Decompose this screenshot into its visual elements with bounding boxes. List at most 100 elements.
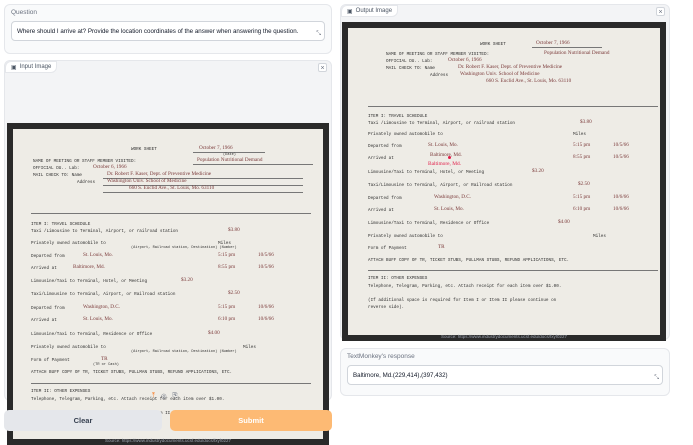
input-source-caption: Source: https://www.industrydocuments.uc… bbox=[104, 438, 232, 443]
doc-item2: ITEM II: OTHER EXPENSES bbox=[31, 389, 91, 394]
output-image-tag: ▣ Output Image bbox=[341, 5, 399, 17]
doc-airport-caption: (Airport, Railroad station, Destination)… bbox=[131, 246, 237, 250]
out-doc-mail-value: Dr. Robert F. Kaser, Dept. of Preventive… bbox=[458, 64, 563, 70]
out-doc-arrived-date: 10/5/66 bbox=[613, 154, 629, 160]
doc-official-value: October 6, 1966 bbox=[93, 164, 127, 170]
out-doc-departed-date2: 10/6/66 bbox=[613, 194, 629, 200]
doc-taxi-amount2: $2.50 bbox=[228, 290, 240, 296]
doc-departed-date2: 10/6/66 bbox=[258, 304, 274, 310]
submit-button[interactable]: Submit bbox=[170, 410, 332, 431]
out-doc-private-auto: Privately owned automobile to bbox=[368, 132, 443, 137]
doc-form-payment-value: TR bbox=[101, 356, 108, 362]
doc-departed-time2: 5:15 pm bbox=[218, 304, 236, 310]
out-doc-additional-line: (If additional space is required for Ite… bbox=[368, 298, 557, 303]
output-source-caption: Source: https://www.industrydocuments.uc… bbox=[440, 334, 568, 339]
resize-handle-icon[interactable]: ⤡ bbox=[316, 31, 321, 38]
doc-private-auto: Privately owned automobile to bbox=[31, 241, 106, 246]
action-buttons: Clear Submit bbox=[4, 410, 332, 431]
doc-miles2: Miles bbox=[243, 345, 256, 350]
clear-button[interactable]: Clear bbox=[4, 410, 162, 431]
marker-label: Baltimore, Md. bbox=[428, 161, 462, 167]
clipboard-icon[interactable]: ⎘ bbox=[173, 392, 178, 400]
doc-departed-place2: Washington, D.C. bbox=[83, 304, 121, 310]
out-doc-arrived-time2: 6:10 pm bbox=[573, 206, 591, 212]
output-image-block: ▣ Output Image × WORK SHEET October 7, 1… bbox=[340, 4, 670, 341]
out-doc-reverse-line: reverse side). bbox=[368, 305, 405, 310]
upload-icon[interactable]: ⤒ bbox=[152, 392, 155, 400]
input-image-block: ▣ Input Image × WORK SHEET October 7, 19… bbox=[4, 60, 332, 445]
doc-departed-place: St. Louis, Mo. bbox=[83, 252, 113, 258]
doc-limo-residence: Limousine/Taxi to Terminal, Residence or… bbox=[31, 332, 153, 337]
image-toolbar: ⤒ ◎ ⎘ bbox=[152, 392, 178, 400]
out-doc-private-auto2: Privately owned automobile to bbox=[368, 234, 443, 239]
doc-limo-residence-amount: $4.00 bbox=[208, 330, 220, 336]
out-doc-form-payment-value: TR bbox=[438, 244, 445, 250]
out-doc-name-value: Population Nutritional Demand bbox=[544, 50, 610, 56]
output-document-paper: WORK SHEET October 7, 1966 NAME OF MEETI… bbox=[348, 28, 660, 335]
out-doc-official-label: OFFICIAL DU.. Lab: bbox=[386, 59, 433, 64]
close-icon[interactable]: × bbox=[318, 63, 327, 72]
doc-form-payment: Form of Payment bbox=[31, 358, 70, 363]
doc-expenses-line: Telephone, Telegram, Parking, etc. Attac… bbox=[31, 397, 225, 402]
out-doc-departed-date: 10/5/66 bbox=[613, 142, 629, 148]
out-doc-miles2: Miles bbox=[593, 234, 606, 239]
out-doc-limo-hotel-amount: $3.20 bbox=[532, 168, 544, 174]
question-block: Question Where should I arrive at? Provi… bbox=[4, 4, 332, 54]
output-image-label: Output Image bbox=[355, 8, 393, 14]
doc-departed-date: 10/5/66 bbox=[258, 252, 274, 258]
out-doc-limo-hotel: Limousine/Taxi to Terminal, Hotel, or Me… bbox=[368, 170, 485, 175]
doc-official-label: OFFICIAL DU.. Lab: bbox=[33, 166, 80, 171]
out-doc-taxi-amount: $3.80 bbox=[580, 119, 592, 125]
out-doc-departed-label: Departed from bbox=[368, 144, 402, 149]
out-doc-taxi-line2: Taxi/Limousine to Terminal, Airport, or … bbox=[368, 183, 513, 188]
input-image-tag: ▣ Input Image bbox=[5, 61, 58, 73]
out-doc-attach-line: ATTACH BUFF COPY OF TR, TICKET STUBS, PU… bbox=[368, 258, 570, 263]
input-image-label: Input Image bbox=[19, 64, 52, 70]
out-doc-arrived-place2: St. Louis, Mo. bbox=[434, 206, 464, 212]
doc-attach-line: ATTACH BUFF COPY OF TR, TICKET STUBS, PU… bbox=[31, 370, 233, 375]
out-doc-heading: WORK SHEET bbox=[480, 42, 506, 47]
resize-handle-icon[interactable]: ⤡ bbox=[654, 375, 659, 382]
out-doc-arrived-place: Baltimore, Md. bbox=[430, 152, 462, 158]
doc-departed-label2: Departed from bbox=[31, 306, 65, 311]
out-doc-limo-residence: Limousine/Taxi to Terminal, Residence or… bbox=[368, 221, 490, 226]
doc-arrived-place: Baltimore, Md. bbox=[73, 264, 105, 270]
close-icon[interactable]: × bbox=[656, 7, 665, 16]
doc-heading: WORK SHEET bbox=[131, 147, 157, 152]
doc-item1: ITEM I: TRAVEL SCHEDULE bbox=[31, 222, 91, 227]
doc-arrived-time2: 6:10 pm bbox=[218, 316, 236, 322]
doc-arrived-time: 8:55 pm bbox=[218, 264, 236, 270]
question-input[interactable]: Where should I arrive at? Provide the lo… bbox=[11, 21, 325, 41]
out-doc-expenses-line: Telephone, Telegram, Parking, etc. Attac… bbox=[368, 284, 562, 289]
response-output[interactable]: Baltimore, Md.(229,414),(397,432) ⤡ bbox=[347, 365, 663, 385]
doc-mail-value: Dr. Robert F. Kaser, Dept. of Preventive… bbox=[107, 171, 212, 177]
doc-limo-hotel-amount: $3.20 bbox=[181, 277, 193, 283]
doc-taxi-line: Taxi /Limousine to Terminal, Airport, or… bbox=[31, 229, 178, 234]
out-doc-mail-label: MAIL CHECK TO: Name bbox=[386, 66, 435, 71]
out-doc-arrived-label: Arrived at bbox=[368, 156, 394, 161]
out-doc-departed-place2: Washington, D.C. bbox=[434, 194, 472, 200]
doc-arrived-date: 10/5/66 bbox=[258, 264, 274, 270]
response-label: TextMonkey's response bbox=[347, 353, 415, 360]
out-doc-item1: ITEM I: TRAVEL SCHEDULE bbox=[368, 114, 428, 119]
out-doc-address-value2: 660 S. Euclid Ave., St. Louis, Mo. 63110 bbox=[486, 78, 572, 84]
doc-airport-caption2: (Airport, Railroad station, Destination)… bbox=[131, 350, 237, 354]
out-doc-taxi-amount2: $2.50 bbox=[578, 181, 590, 187]
doc-mail-label: MAIL CHECK TO: Name bbox=[33, 173, 82, 178]
question-text: Where should I arrive at? Provide the lo… bbox=[17, 28, 299, 35]
out-doc-taxi-line: Taxi /Limousine to Terminal, Airport, or… bbox=[368, 121, 515, 126]
out-doc-arrived-label2: Arrived at bbox=[368, 208, 394, 213]
out-doc-item2: ITEM II: OTHER EXPENSES bbox=[368, 276, 428, 281]
doc-address-value2: 660 S. Euclid Ave., St. Louis, Mo. 63110 bbox=[129, 185, 215, 191]
response-text: Baltimore, Md.(229,414),(397,432) bbox=[353, 372, 448, 379]
out-doc-departed-place: St. Louis, Mo. bbox=[428, 142, 458, 148]
out-doc-official-value: October 6, 1966 bbox=[448, 57, 482, 63]
webcam-icon[interactable]: ◎ bbox=[161, 392, 167, 400]
location-marker bbox=[448, 156, 451, 159]
doc-arrived-date2: 10/6/66 bbox=[258, 316, 274, 322]
out-doc-arrived-date2: 10/6/66 bbox=[613, 206, 629, 212]
doc-arrived-label: Arrived at bbox=[31, 266, 57, 271]
out-doc-date: October 7, 1966 bbox=[536, 40, 570, 46]
doc-address-label: Address bbox=[77, 180, 96, 185]
out-doc-address-label: Address bbox=[430, 73, 449, 78]
